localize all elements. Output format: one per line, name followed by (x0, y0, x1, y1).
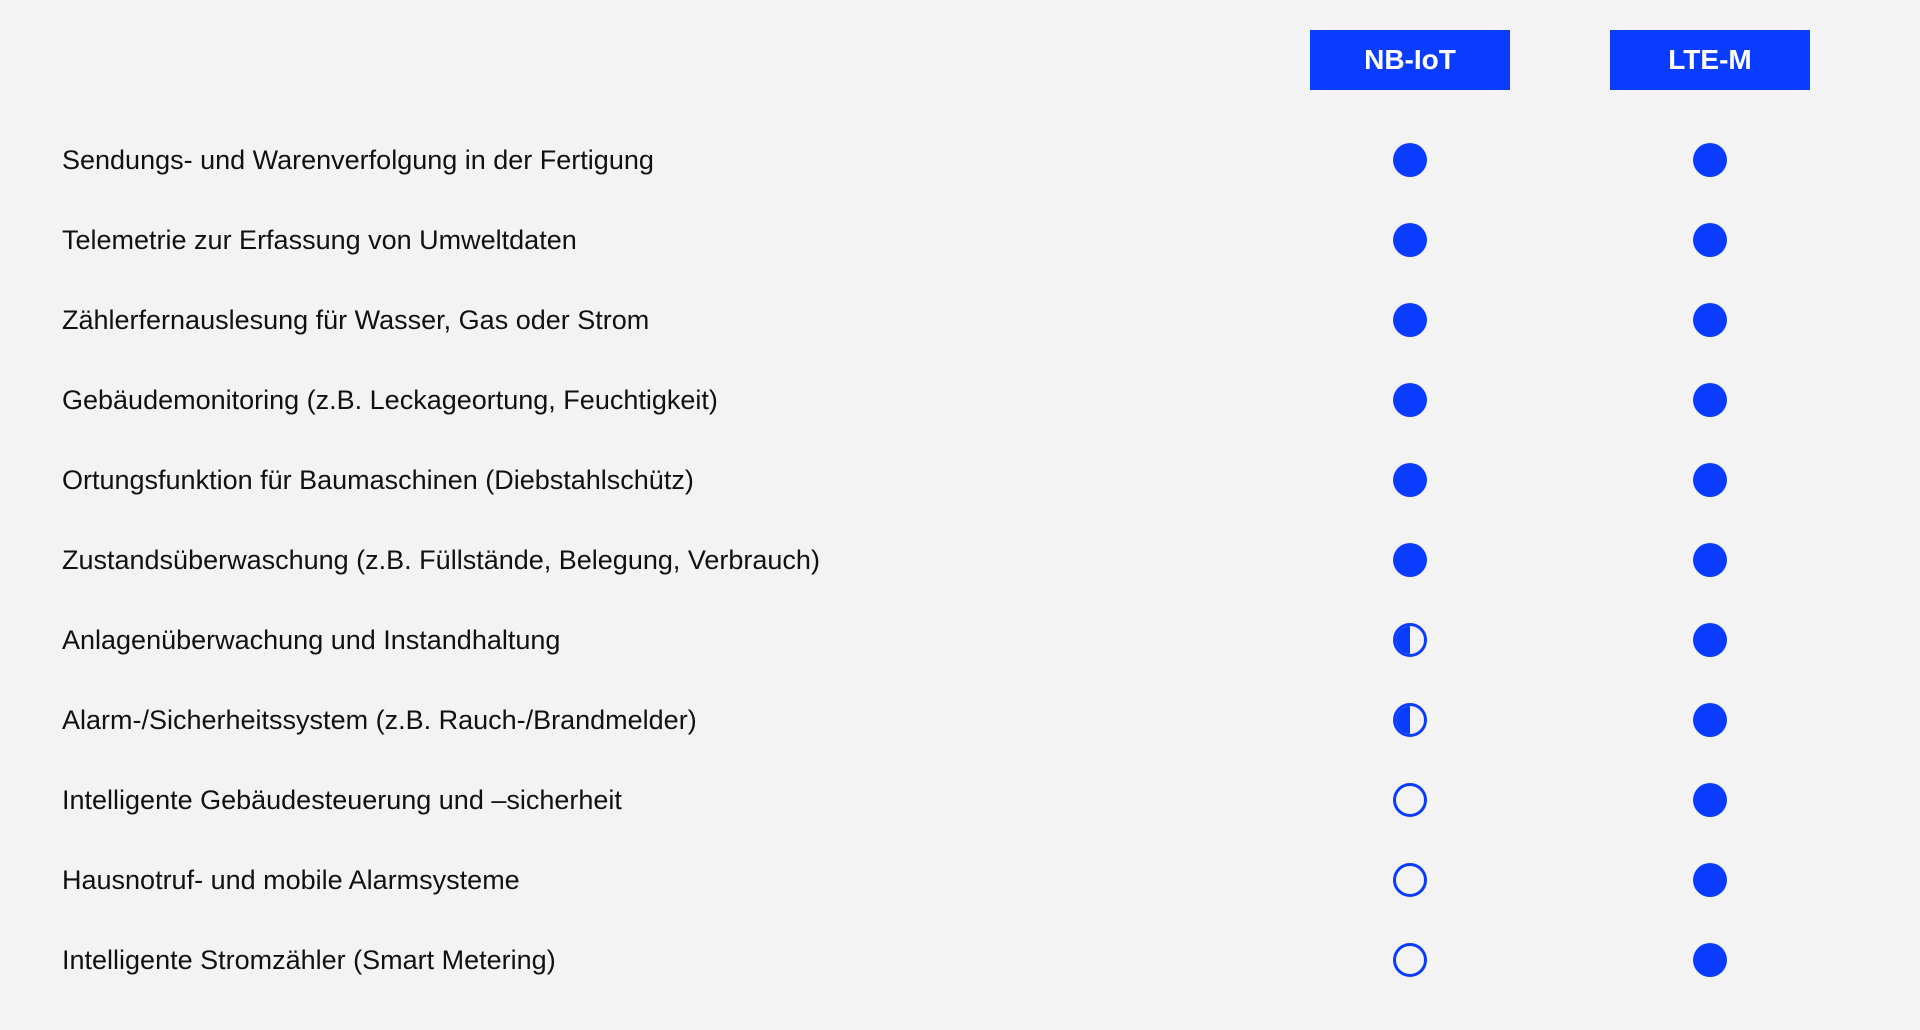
column-header-ltem: LTE-M (1610, 30, 1810, 90)
table-row: Zählerfernauslesung für Wasser, Gas oder… (60, 280, 1860, 360)
table-row: Intelligente Stromzähler (Smart Metering… (60, 920, 1860, 1000)
row-label: Gebäudemonitoring (z.B. Leckageortung, F… (60, 385, 1260, 416)
cell-ltem (1560, 703, 1860, 737)
row-label: Zählerfernauslesung für Wasser, Gas oder… (60, 305, 1260, 336)
cell-ltem (1560, 943, 1860, 977)
cell-ltem (1560, 303, 1860, 337)
support-full-icon (1393, 383, 1427, 417)
support-half-icon (1393, 703, 1427, 737)
cell-ltem (1560, 783, 1860, 817)
column-header-nbiot: NB-IoT (1310, 30, 1510, 90)
cell-nbiot (1260, 943, 1560, 977)
support-full-icon (1393, 303, 1427, 337)
support-empty-icon (1393, 783, 1427, 817)
support-empty-icon (1393, 863, 1427, 897)
table-row: Zustandsüberwaschung (z.B. Füllstände, B… (60, 520, 1860, 600)
cell-nbiot (1260, 463, 1560, 497)
cell-nbiot (1260, 303, 1560, 337)
support-full-icon (1393, 143, 1427, 177)
cell-ltem (1560, 543, 1860, 577)
header-cell-nbiot: NB-IoT (1260, 30, 1560, 90)
support-full-icon (1693, 623, 1727, 657)
table-row: Sendungs- und Warenverfolgung in der Fer… (60, 120, 1860, 200)
cell-ltem (1560, 143, 1860, 177)
cell-nbiot (1260, 783, 1560, 817)
support-full-icon (1693, 463, 1727, 497)
rows-container: Sendungs- und Warenverfolgung in der Fer… (60, 120, 1860, 1000)
row-label: Telemetrie zur Erfassung von Umweltdaten (60, 225, 1260, 256)
header-spacer (60, 30, 1260, 90)
cell-nbiot (1260, 623, 1560, 657)
cell-ltem (1560, 623, 1860, 657)
table-row: Intelligente Gebäudesteuerung und –siche… (60, 760, 1860, 840)
header-cell-ltem: LTE-M (1560, 30, 1860, 90)
support-full-icon (1693, 223, 1727, 257)
table-row: Anlagenüberwachung und Instandhaltung (60, 600, 1860, 680)
cell-ltem (1560, 463, 1860, 497)
support-full-icon (1693, 943, 1727, 977)
support-half-icon (1393, 623, 1427, 657)
support-full-icon (1693, 143, 1727, 177)
cell-nbiot (1260, 543, 1560, 577)
support-full-icon (1393, 543, 1427, 577)
support-full-icon (1393, 223, 1427, 257)
cell-nbiot (1260, 223, 1560, 257)
row-label: Ortungsfunktion für Baumaschinen (Diebst… (60, 465, 1260, 496)
support-full-icon (1693, 863, 1727, 897)
cell-nbiot (1260, 703, 1560, 737)
row-label: Zustandsüberwaschung (z.B. Füllstände, B… (60, 545, 1260, 576)
table-row: Telemetrie zur Erfassung von Umweltdaten (60, 200, 1860, 280)
support-full-icon (1693, 703, 1727, 737)
cell-ltem (1560, 223, 1860, 257)
table-row: Alarm-/Sicherheitssystem (z.B. Rauch-/Br… (60, 680, 1860, 760)
support-full-icon (1393, 463, 1427, 497)
row-label: Hausnotruf- und mobile Alarmsysteme (60, 865, 1260, 896)
cell-ltem (1560, 863, 1860, 897)
support-full-icon (1693, 383, 1727, 417)
cell-ltem (1560, 383, 1860, 417)
table-row: Ortungsfunktion für Baumaschinen (Diebst… (60, 440, 1860, 520)
cell-nbiot (1260, 863, 1560, 897)
row-label: Sendungs- und Warenverfolgung in der Fer… (60, 145, 1260, 176)
cell-nbiot (1260, 143, 1560, 177)
row-label: Intelligente Gebäudesteuerung und –siche… (60, 785, 1260, 816)
row-label: Anlagenüberwachung und Instandhaltung (60, 625, 1260, 656)
header-row: NB-IoT LTE-M (60, 30, 1860, 90)
cell-nbiot (1260, 383, 1560, 417)
support-empty-icon (1393, 943, 1427, 977)
table-row: Hausnotruf- und mobile Alarmsysteme (60, 840, 1860, 920)
comparison-table: NB-IoT LTE-M Sendungs- und Warenverfolgu… (60, 30, 1860, 1000)
row-label: Alarm-/Sicherheitssystem (z.B. Rauch-/Br… (60, 705, 1260, 736)
table-row: Gebäudemonitoring (z.B. Leckageortung, F… (60, 360, 1860, 440)
row-label: Intelligente Stromzähler (Smart Metering… (60, 945, 1260, 976)
support-full-icon (1693, 783, 1727, 817)
support-full-icon (1693, 543, 1727, 577)
support-full-icon (1693, 303, 1727, 337)
